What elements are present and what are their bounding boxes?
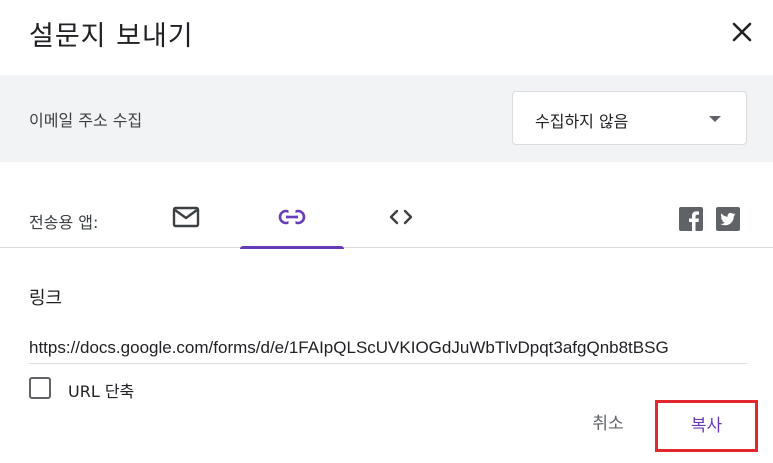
shorten-url-label: URL 단축 [68, 382, 135, 401]
tab-email[interactable] [134, 192, 238, 248]
tab-link[interactable] [240, 192, 344, 249]
shorten-url-checkbox[interactable] [29, 377, 51, 399]
link-heading: 링크 [29, 288, 63, 309]
dialog-title: 설문지 보내기 [29, 21, 194, 52]
copy-button[interactable]: 복사 [655, 400, 758, 452]
email-collection-value: 수집하지 않음 [535, 112, 629, 131]
cancel-button[interactable]: 취소 [575, 404, 641, 444]
link-url-text: https://docs.google.com/forms/d/e/1FAIpQ… [29, 338, 669, 357]
link-url-field[interactable]: https://docs.google.com/forms/d/e/1FAIpQ… [29, 334, 747, 364]
email-collection-select[interactable]: 수집하지 않음 [512, 91, 747, 145]
email-collection-label: 이메일 주소 수집 [29, 111, 143, 130]
code-icon [389, 209, 413, 225]
send-via-label: 전송용 앱: [29, 213, 99, 232]
twitter-share-button[interactable] [716, 207, 740, 231]
close-button[interactable] [727, 17, 757, 47]
email-collection-section: 이메일 주소 수집 수집하지 않음 [0, 75, 773, 162]
link-icon [278, 209, 306, 225]
twitter-icon [720, 212, 736, 226]
facebook-icon [689, 211, 699, 231]
send-via-row: 전송용 앱: [0, 192, 773, 249]
dropdown-arrow-icon [709, 116, 721, 122]
facebook-share-button[interactable] [679, 207, 703, 231]
active-tab-indicator [240, 246, 344, 249]
mail-icon [172, 206, 200, 228]
tab-embed[interactable] [349, 192, 453, 248]
close-icon [732, 22, 752, 42]
